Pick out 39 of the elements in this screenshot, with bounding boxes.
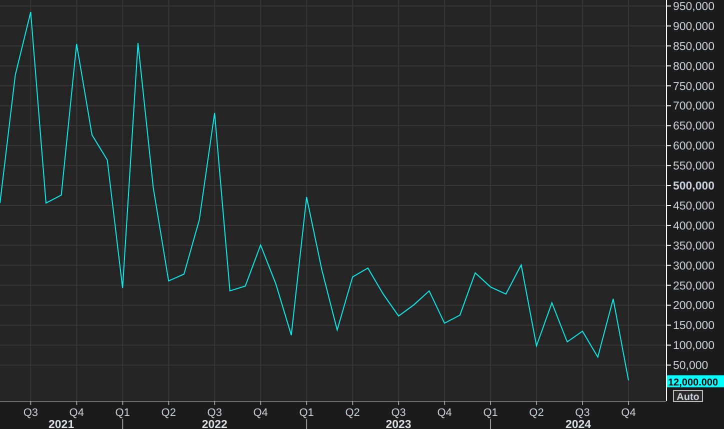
y-axis-label: 500,000 — [673, 180, 715, 193]
y-axis-label: 900,000 — [673, 20, 715, 33]
y-axis-label: 700,000 — [673, 100, 715, 113]
y-axis-label: 250,000 — [673, 280, 715, 292]
y-axis-label: 450,000 — [673, 200, 715, 212]
x-axis-label: Q4 — [621, 407, 636, 419]
y-axis-label: 550,000 — [673, 160, 715, 173]
x-axis-label: Q3 — [575, 407, 590, 419]
year-label: 2024 — [565, 419, 592, 429]
x-axis-label: Q3 — [207, 407, 222, 419]
x-axis-label: Q2 — [161, 407, 176, 419]
y-axis-label: 350,000 — [673, 240, 715, 252]
y-axis-label: 100,000 — [673, 340, 715, 352]
y-axis-label: 650,000 — [673, 120, 715, 133]
x-axis-label: Q1 — [483, 407, 498, 419]
x-axis-label: Q4 — [437, 407, 452, 419]
x-axis-label: Q4 — [69, 407, 84, 419]
x-axis-label: Q4 — [253, 407, 268, 419]
x-axis-label: Q3 — [391, 407, 406, 419]
x-axis-label: Q3 — [23, 407, 38, 419]
year-label: 2023 — [386, 419, 412, 429]
y-axis-label: 200,000 — [673, 300, 715, 312]
year-label: 2021 — [48, 419, 74, 429]
x-axis-label: Q2 — [529, 407, 544, 419]
y-axis-label: 850,000 — [673, 40, 715, 53]
y-axis-label: 750,000 — [673, 80, 715, 93]
y-axis-label: 300,000 — [673, 260, 715, 272]
x-axis-label: Q2 — [345, 407, 360, 419]
x-axis-label: Q1 — [115, 407, 130, 419]
y-axis-label: 400,000 — [673, 220, 715, 232]
auto-scale-button[interactable]: Auto — [673, 390, 703, 403]
y-axis-label: 150,000 — [673, 320, 715, 332]
last-value-label: 12,000.000 — [667, 375, 724, 388]
y-axis-label: 800,000 — [673, 60, 715, 73]
y-axis-label: 50,000 — [673, 360, 708, 372]
x-axis-label: Q1 — [299, 407, 314, 419]
y-axis-label: 950,000 — [673, 0, 715, 13]
year-label: 2022 — [202, 419, 228, 429]
y-axis-label: 600,000 — [673, 140, 715, 153]
